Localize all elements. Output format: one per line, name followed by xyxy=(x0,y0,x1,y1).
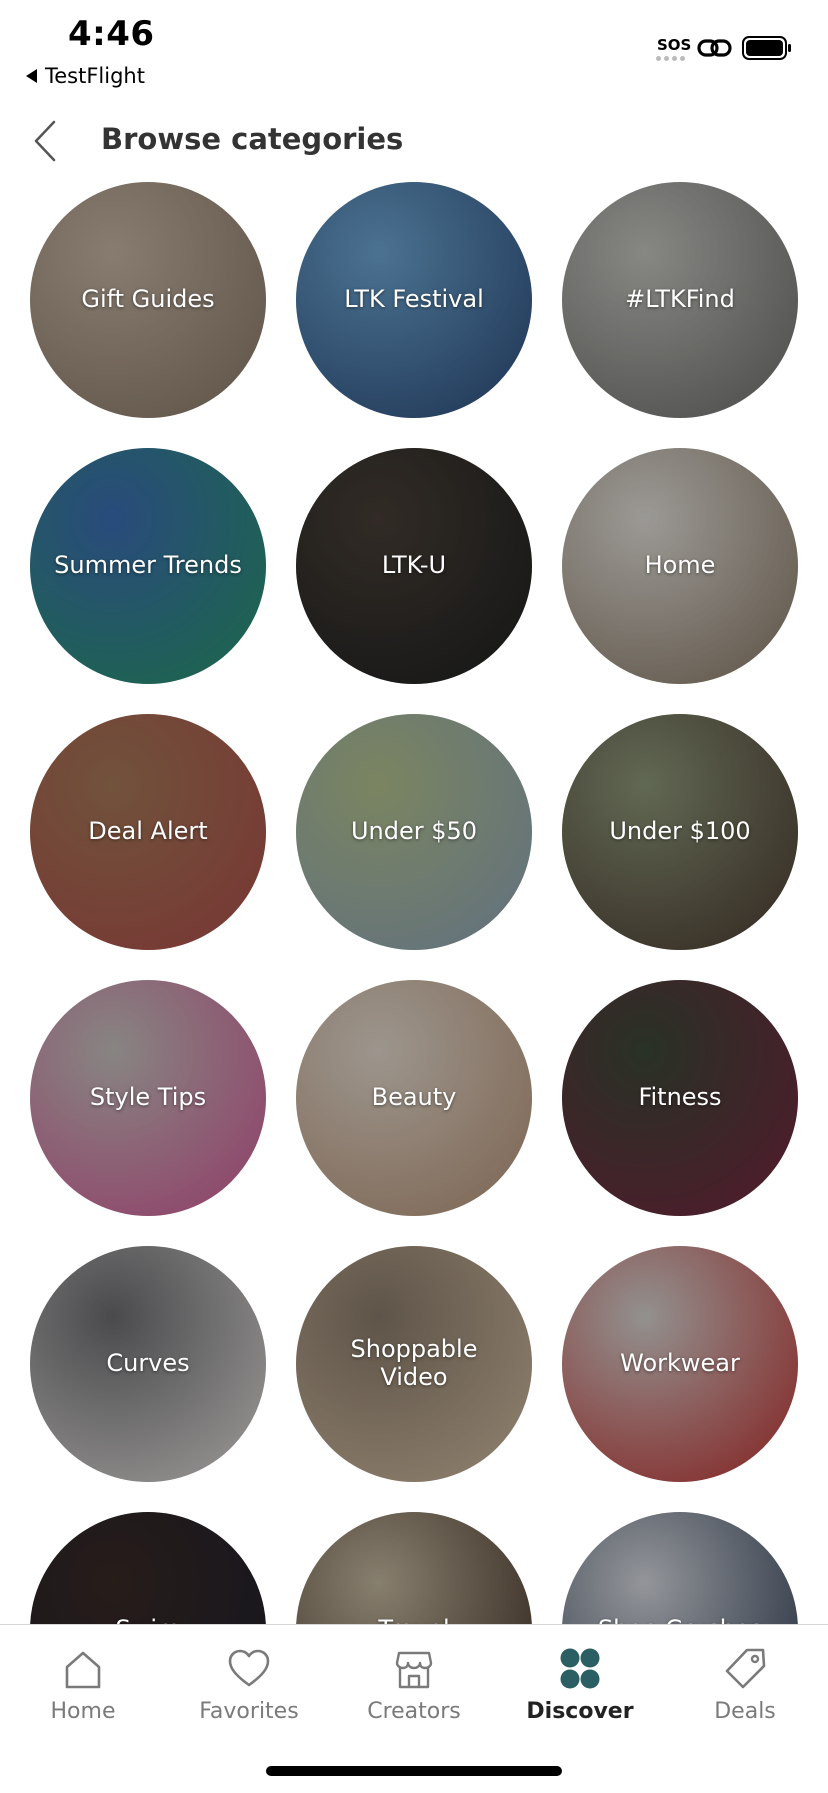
category-label: Travel xyxy=(366,1616,461,1624)
category-label: Under $50 xyxy=(350,817,478,846)
category-label: Deal Alert xyxy=(88,817,208,846)
back-chevron-icon[interactable] xyxy=(24,116,68,166)
category-tile[interactable]: Shoe Crushes xyxy=(562,1512,798,1624)
home-icon xyxy=(65,1651,101,1689)
tab-discover[interactable]: Discover xyxy=(505,1645,655,1724)
tab-deals[interactable]: Deals xyxy=(670,1645,820,1724)
category-label: Shoppable Video xyxy=(350,1335,478,1391)
category-label: Shoe Crushes xyxy=(586,1616,774,1624)
status-bar: 4:46 TestFlight SOS xyxy=(0,0,828,95)
category-tile[interactable]: LTK Festival xyxy=(296,182,532,418)
back-app-label: TestFlight xyxy=(45,64,145,88)
category-tile[interactable]: Style Tips xyxy=(30,980,266,1216)
category-overlay xyxy=(30,1512,266,1624)
home-indicator xyxy=(266,1766,562,1776)
category-tile[interactable]: LTK-U xyxy=(296,448,532,684)
category-tile[interactable]: Deal Alert xyxy=(30,714,266,950)
category-label: Beauty xyxy=(371,1083,457,1112)
category-tile[interactable]: Under $100 xyxy=(562,714,798,950)
category-label: Curves xyxy=(106,1349,190,1378)
tab-favorites-label: Favorites xyxy=(199,1699,299,1724)
page-header: Browse categories xyxy=(0,100,828,182)
category-label: Under $100 xyxy=(609,817,751,846)
status-time: 4:46 xyxy=(68,14,155,54)
category-label: Home xyxy=(644,551,716,580)
category-tile[interactable]: Workwear xyxy=(562,1246,798,1482)
satellite-link-icon xyxy=(697,39,732,57)
battery-icon xyxy=(742,36,791,60)
category-tile[interactable]: Under $50 xyxy=(296,714,532,950)
sos-indicator: SOS xyxy=(657,36,692,54)
category-tile[interactable]: Gift Guides xyxy=(30,182,266,418)
category-label: #LTKFind xyxy=(625,285,735,314)
category-label: Fitness xyxy=(638,1083,722,1112)
tab-home-label: Home xyxy=(50,1699,116,1724)
category-label: Gift Guides xyxy=(81,285,215,314)
category-tile[interactable]: Home xyxy=(562,448,798,684)
tab-creators-label: Creators xyxy=(367,1699,461,1724)
tab-favorites[interactable]: Favorites xyxy=(174,1645,324,1724)
tab-home[interactable]: Home xyxy=(8,1645,158,1724)
category-tile[interactable]: #LTKFind xyxy=(562,182,798,418)
back-to-app-link[interactable]: TestFlight xyxy=(26,64,145,88)
tab-creators[interactable]: Creators xyxy=(339,1645,489,1724)
tab-discover-label: Discover xyxy=(526,1699,634,1724)
category-tile[interactable]: Beauty xyxy=(296,980,532,1216)
category-label: LTK Festival xyxy=(344,285,484,314)
category-tile[interactable]: Travel xyxy=(296,1512,532,1624)
category-label: LTK-U xyxy=(381,551,447,580)
category-tile[interactable]: Curves xyxy=(30,1246,266,1482)
back-triangle-icon xyxy=(26,69,37,83)
tag-icon xyxy=(725,1648,766,1689)
page-title: Browse categories xyxy=(101,122,404,156)
discover-grid-icon xyxy=(560,1648,600,1689)
category-tile[interactable]: Swim xyxy=(30,1512,266,1624)
category-grid: Gift Guides LTK Festival #LTKFind Summer Tr… xyxy=(0,182,828,1624)
tab-deals-label: Deals xyxy=(714,1699,776,1724)
category-label: Swim xyxy=(104,1616,193,1624)
signal-dots-icon xyxy=(656,56,685,61)
category-tile[interactable]: Fitness xyxy=(562,980,798,1216)
category-overlay xyxy=(562,1512,798,1624)
category-overlay xyxy=(296,1512,532,1624)
category-label: Workwear xyxy=(620,1349,740,1378)
category-label: Style Tips xyxy=(89,1083,207,1112)
category-tile[interactable]: Summer Trends xyxy=(30,448,266,684)
category-label: Summer Trends xyxy=(54,551,242,580)
heart-icon xyxy=(228,1649,270,1687)
storefront-icon xyxy=(395,1651,433,1689)
category-tile[interactable]: Shoppable Video xyxy=(296,1246,532,1482)
